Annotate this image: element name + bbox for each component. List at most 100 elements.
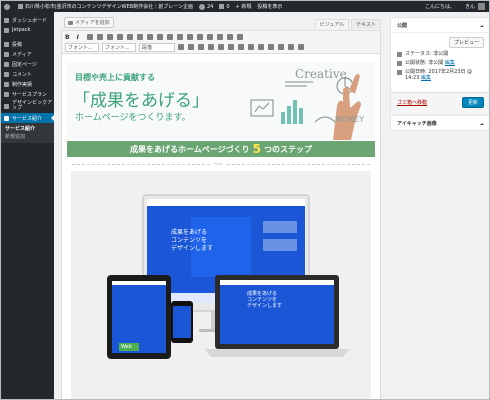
menu-label: 固定ページ [12, 61, 37, 68]
blockquote-icon[interactable] [86, 34, 93, 40]
insert-icon[interactable] [236, 34, 243, 40]
home-icon [18, 4, 23, 9]
menu-label: デザインピックアップ [12, 100, 53, 111]
more-tag[interactable]: MORE [72, 162, 370, 166]
menu-item-pages[interactable]: 固定ページ [1, 59, 54, 69]
menu-label: サービス紹介 [12, 115, 43, 122]
menu-label: サービスプラン [12, 91, 48, 98]
menu-item-dashboard[interactable]: ダッシュボード [1, 15, 54, 25]
menu-item-design-pickup[interactable]: デザインピックアップ [1, 99, 54, 113]
toolbar-toggle-icon[interactable] [226, 34, 233, 40]
updates-link[interactable]: 24 [196, 1, 216, 12]
font-family-select[interactable]: フォント... [65, 42, 99, 52]
refresh-icon [198, 3, 205, 10]
banner-word-creative: Creative [295, 67, 347, 81]
menu-label: 制作実績 [12, 81, 33, 88]
bullet-list-icon[interactable] [96, 34, 103, 40]
update-button[interactable]: 更新 [461, 97, 484, 108]
tab-text[interactable]: テキスト [351, 19, 381, 29]
italic-button[interactable]: I [77, 34, 79, 41]
image-icon[interactable] [298, 44, 304, 50]
my-account[interactable]: こんにちは、 きん [425, 1, 485, 12]
wordpress-logo-button[interactable] [1, 1, 15, 12]
banner-sketch-words: Creative MONEY [295, 67, 364, 124]
text-color-icon[interactable] [198, 44, 204, 50]
view-post-label: 投稿を表示 [257, 4, 283, 10]
help-icon[interactable] [278, 44, 284, 50]
add-media-button[interactable]: メディアを追加 [64, 17, 114, 28]
tab-label: ビジュアル [319, 22, 345, 28]
menu-item-posts[interactable]: 投稿 [1, 39, 54, 49]
comments-link[interactable]: 0 [216, 1, 232, 12]
horizontal-line-icon[interactable] [206, 34, 213, 40]
paste-text-icon[interactable] [208, 44, 214, 50]
align-right-icon[interactable] [136, 34, 143, 40]
featured-image-box: アイキャッチ画像 [390, 115, 489, 131]
justify-icon[interactable] [188, 44, 194, 50]
toggle-arrow-icon[interactable] [480, 121, 484, 125]
indent-icon[interactable] [248, 44, 254, 50]
menu-item-media[interactable]: メディア [1, 49, 54, 59]
underline-icon[interactable] [178, 44, 184, 50]
preview-button[interactable]: プレビュー [448, 37, 484, 48]
outdent-icon[interactable] [238, 44, 244, 50]
clear-format-icon[interactable] [218, 44, 224, 50]
camera-icon [68, 20, 73, 25]
read-more-icon[interactable] [176, 34, 183, 40]
bold-button[interactable]: B [65, 34, 70, 41]
unlink-icon[interactable] [156, 34, 163, 40]
strikethrough-icon[interactable] [196, 34, 203, 40]
align-center-icon[interactable] [126, 34, 133, 40]
editor-toolbar: B I フォント... フォント... 段落 [62, 31, 380, 54]
anchor-icon[interactable] [288, 44, 294, 50]
editor-content[interactable]: 目標や売上に貢献する 「成果をあげる」 ホームページをつくります。 Creati [62, 54, 380, 399]
view-post-link[interactable]: 投稿を表示 [254, 1, 285, 12]
visibility-text: 公開状態: 非公開 [405, 60, 444, 66]
new-content-link[interactable]: + 新規 [233, 1, 255, 12]
date-row: 公開日時: 2017年2月23日 @ 14:23 編集 [397, 69, 483, 81]
publish-box-header[interactable]: 公開 [391, 18, 489, 33]
toggle-arrow-icon[interactable] [480, 23, 484, 27]
menu-item-comments[interactable]: コメント [1, 69, 54, 79]
align-left-icon[interactable] [116, 34, 123, 40]
device-mockup-image: 成果をあげる コンテンツを デザインします 成果をあげる コンテンツを デザイン… [71, 171, 371, 399]
eye-icon [397, 61, 402, 66]
code-icon[interactable] [186, 34, 193, 40]
steps-ribbon: 成果をあげるホームページづくり 5 つのステップ [67, 141, 375, 157]
menu-label: 投稿 [12, 41, 23, 48]
site-name-link[interactable]: 石川県小松市|金沢市のコンテンツデザインWEB制作会社｜創ブレーン企画 [15, 1, 196, 12]
menu-item-jetpack[interactable]: Jetpack [1, 25, 54, 35]
numbered-list-icon[interactable] [106, 34, 113, 40]
table-icon[interactable] [166, 34, 173, 40]
menu-label: Jetpack [12, 27, 31, 33]
menu-label: メディア [12, 51, 32, 58]
visibility-edit-link[interactable]: 編集 [445, 60, 455, 66]
menu-item-works[interactable]: 制作実績 [1, 79, 54, 89]
wordpress-icon [4, 3, 10, 10]
special-char-icon[interactable] [228, 44, 234, 50]
publish-actions: ゴミ箱へ移動 更新 [391, 92, 489, 113]
move-to-trash-link[interactable]: ゴミ箱へ移動 [397, 99, 427, 106]
menu-item-service-intro[interactable]: サービス紹介 [1, 113, 54, 123]
jetpack-icon [4, 27, 9, 33]
fullscreen-icon[interactable] [216, 34, 223, 40]
format-select[interactable]: 段落 [139, 42, 175, 52]
ribbon-text: 成果をあげるホームページづくり [130, 144, 250, 154]
redo-icon[interactable] [268, 44, 274, 50]
link-icon[interactable] [146, 34, 153, 40]
tablet-web-label: Web [121, 344, 132, 350]
date-edit-link[interactable]: 編集 [421, 75, 431, 81]
calendar-icon [397, 70, 402, 75]
undo-icon[interactable] [258, 44, 264, 50]
font-size-select[interactable]: フォント... [102, 42, 136, 52]
featured-image-header[interactable]: アイキャッチ画像 [391, 116, 489, 130]
media-icon [4, 51, 9, 57]
menu-label: コメント [12, 71, 33, 78]
screen-line: デザインします [247, 303, 283, 309]
menu-item-service-plan[interactable]: サービスプラン [1, 89, 54, 99]
dashboard-icon [4, 17, 9, 23]
submenu-item-add-new[interactable]: 新規追加 [1, 132, 54, 140]
tab-visual[interactable]: ビジュアル [314, 19, 350, 29]
submenu-item-all[interactable]: サービス紹介 [1, 124, 54, 132]
font-family-value: フォント... [68, 44, 93, 51]
